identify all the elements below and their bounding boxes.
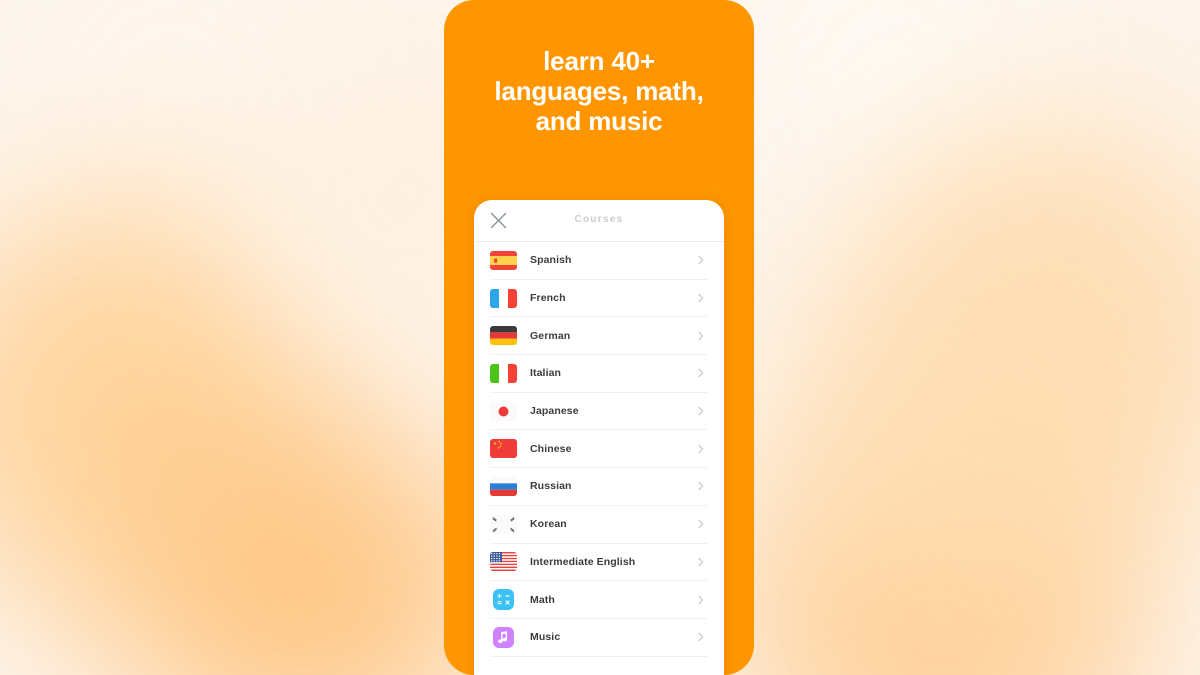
card-title: Courses bbox=[574, 214, 624, 225]
course-row[interactable]: French bbox=[490, 280, 708, 318]
flag-united-states bbox=[490, 552, 517, 572]
background-blob bbox=[780, 300, 1120, 620]
course-row[interactable]: Chinese bbox=[490, 430, 708, 469]
flag-south-korea bbox=[490, 514, 517, 534]
course-label: Math bbox=[530, 593, 555, 606]
promo-panel: learn 40+ languages, math, and music Cou… bbox=[444, 0, 754, 675]
math-icon bbox=[493, 589, 514, 611]
course-list: Spanish French German Italian Japanese C… bbox=[474, 242, 724, 657]
chevron-right-icon[interactable] bbox=[696, 293, 706, 303]
course-row[interactable]: Italian bbox=[490, 355, 708, 393]
flag-italy bbox=[490, 363, 517, 383]
course-label: Korean bbox=[530, 518, 567, 531]
course-label: Music bbox=[530, 631, 561, 644]
flag-france bbox=[490, 288, 517, 308]
chevron-right-icon[interactable] bbox=[696, 368, 706, 378]
course-row[interactable]: Japanese bbox=[490, 393, 708, 431]
chevron-right-icon[interactable] bbox=[696, 481, 706, 491]
course-row[interactable]: German bbox=[490, 317, 708, 356]
course-label: French bbox=[530, 292, 566, 305]
flag-germany bbox=[490, 326, 517, 346]
course-row[interactable]: Russian bbox=[490, 468, 708, 506]
music-note-icon bbox=[493, 626, 514, 648]
chevron-right-icon[interactable] bbox=[696, 519, 706, 529]
chevron-right-icon[interactable] bbox=[696, 331, 706, 341]
course-row[interactable]: Music bbox=[490, 619, 708, 657]
flag-spain bbox=[490, 250, 517, 270]
course-label: Intermediate English bbox=[530, 555, 636, 568]
course-label: Japanese bbox=[530, 405, 579, 418]
course-label: German bbox=[530, 329, 571, 342]
course-label: Spanish bbox=[530, 254, 572, 267]
course-row[interactable]: Spanish bbox=[490, 242, 708, 280]
card-header: Courses bbox=[474, 200, 724, 242]
course-label: Italian bbox=[530, 367, 562, 380]
course-row[interactable]: Korean bbox=[490, 506, 708, 544]
chevron-right-icon[interactable] bbox=[696, 632, 706, 642]
chevron-right-icon[interactable] bbox=[696, 557, 706, 567]
chevron-right-icon[interactable] bbox=[696, 444, 706, 454]
flag-russia bbox=[490, 476, 517, 496]
flag-china bbox=[490, 439, 517, 459]
course-label: Russian bbox=[530, 480, 572, 493]
chevron-right-icon[interactable] bbox=[696, 406, 706, 416]
course-label: Chinese bbox=[530, 442, 572, 455]
chevron-right-icon[interactable] bbox=[696, 595, 706, 605]
courses-card: Courses Spanish French German Italian Ja… bbox=[474, 200, 724, 675]
promo-headline: learn 40+ languages, math, and music bbox=[494, 46, 704, 136]
flag-japan bbox=[490, 401, 517, 421]
course-row[interactable]: Intermediate English bbox=[490, 544, 708, 582]
chevron-right-icon[interactable] bbox=[696, 255, 706, 265]
course-row[interactable]: Math bbox=[490, 581, 708, 619]
